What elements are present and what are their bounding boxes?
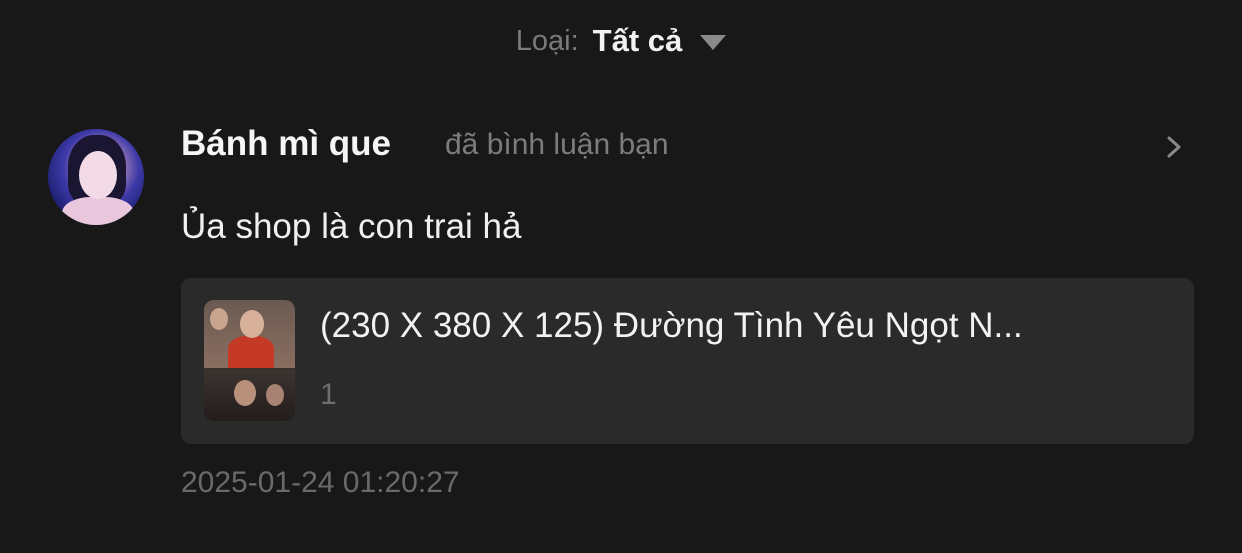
thumbnail-face (240, 310, 264, 338)
product-quantity: 1 (320, 378, 337, 411)
avatar-body (62, 197, 134, 225)
thumbnail-face (210, 308, 228, 330)
timestamp: 2025-01-24 01:20:27 (181, 466, 460, 499)
product-card[interactable]: (230 X 380 X 125) Đường Tình Yêu Ngọt N.… (181, 278, 1194, 444)
username[interactable]: Bánh mì que (181, 124, 391, 164)
product-thumbnail (204, 300, 295, 421)
comment-notification: Bánh mì que đã bình luận bạn Ủa shop là … (0, 0, 1242, 553)
avatar-face (79, 151, 117, 199)
chevron-right-icon[interactable] (1166, 136, 1182, 158)
comment-text: Ủa shop là con trai hả (181, 207, 522, 246)
notification-action: đã bình luận bạn (445, 128, 669, 161)
thumbnail-face (234, 380, 256, 406)
avatar[interactable] (48, 129, 144, 225)
thumbnail-face (266, 384, 284, 406)
thumbnail-figure (228, 336, 274, 368)
product-title: (230 X 380 X 125) Đường Tình Yêu Ngọt N.… (320, 306, 1023, 345)
